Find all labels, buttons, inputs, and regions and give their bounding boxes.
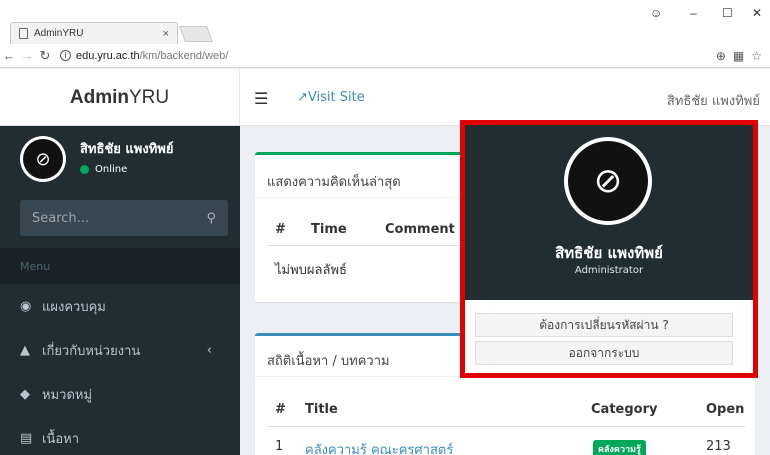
comments-col-time: Time	[311, 222, 347, 237]
stats-box-title: สถิติเนื้อหา / บทความ	[267, 354, 390, 369]
dropdown-user-role: Administrator	[574, 265, 644, 276]
sidebar-item-about[interactable]: ▲ เกี่ยวกับหน่วยงาน ‹	[0, 328, 240, 372]
online-dot-icon	[80, 165, 89, 174]
forward-icon[interactable]: →	[18, 48, 36, 63]
url-field[interactable]: i edu.yru.ac.th/km/backend/web/	[60, 50, 228, 62]
sidebar-item-dashboard[interactable]: ◉ แผงควบคุม	[0, 284, 240, 328]
chevron-left-icon: ‹	[206, 342, 212, 358]
stats-col-open: Open	[706, 402, 745, 417]
main-header: Admin YRU ☰ ↗Visit Site สิทธิชัย แพงทิพย์	[0, 69, 770, 126]
header-user-menu[interactable]: สิทธิชัย แพงทิพย์	[667, 90, 760, 111]
dropdown-avatar: ⊘	[564, 137, 652, 225]
tags-icon: ◆	[20, 386, 30, 402]
row-open-count: 213	[706, 439, 731, 454]
user-panel: ⊘ สิทธิชัย แพงทิพย์ Online	[0, 126, 240, 192]
back-icon[interactable]: ←	[0, 48, 18, 63]
stats-col-title: Title	[305, 402, 338, 417]
sidebar-user-name: สิทธิชัย แพงทิพย์	[80, 142, 174, 157]
search-icon[interactable]: ⚲	[206, 211, 216, 226]
change-password-button[interactable]: ต้องการเปลี่ยนรหัสผ่าน ?	[475, 313, 733, 337]
visit-site-link[interactable]: ↗Visit Site	[297, 90, 365, 105]
user-dropdown-header: ⊘ สิทธิชัย แพงทิพย์ Administrator	[465, 125, 753, 300]
search-input[interactable]: Search... ⚲	[20, 200, 228, 236]
close-tab-icon[interactable]: ×	[163, 28, 169, 40]
sidebar-toggle-icon[interactable]: ☰	[254, 89, 268, 108]
logout-button[interactable]: ออกจากระบบ	[475, 341, 733, 365]
stats-col-num: #	[275, 402, 286, 417]
comments-col-comment: Comment	[385, 222, 455, 237]
zoom-icon[interactable]: ⊕	[716, 49, 726, 63]
bank-icon: ▲	[20, 342, 30, 358]
address-bar: ← → ↻ i edu.yru.ac.th/km/backend/web/ ⊕ …	[0, 44, 770, 68]
comments-col-num: #	[275, 222, 286, 237]
url-path: /km/backend/web/	[139, 49, 229, 62]
no-photo-icon: ⊘	[23, 139, 63, 179]
translate-icon[interactable]: ▦	[733, 49, 744, 63]
no-photo-icon: ⊘	[568, 141, 648, 221]
sidebar-item-content[interactable]: ▤ เนื้อหา	[0, 416, 240, 455]
logo-bold: Admin	[69, 86, 129, 108]
url-host: edu.yru.ac.th	[76, 49, 140, 62]
dashboard-icon: ◉	[20, 298, 32, 314]
stats-col-category: Category	[591, 402, 658, 417]
browser-tabbar: AdminYRU × ☺ – ☐ ✕	[0, 0, 770, 44]
row-num: 1	[275, 439, 284, 454]
close-window-button[interactable]: ✕	[752, 6, 762, 20]
table-divider	[267, 426, 745, 427]
dropdown-user-name: สิทธิชัย แพงทิพย์	[555, 244, 663, 262]
new-tab-button[interactable]	[179, 26, 213, 42]
comments-box-title: แสดงความคิดเห็นล่าสุด	[267, 175, 401, 190]
row-title-link[interactable]: คลังความรู้ คณะครุศาสตร์	[305, 439, 453, 455]
tab-title: AdminYRU	[34, 28, 84, 39]
logo-rest: YRU	[128, 86, 170, 108]
comments-empty-text: ไม่พบผลลัพธ์	[275, 263, 347, 278]
sidebar: ⊘ สิทธิชัย แพงทิพย์ Online Search... ⚲ M…	[0, 126, 240, 455]
user-dropdown: ⊘ สิทธิชัย แพงทิพย์ Administrator ต้องกา…	[460, 120, 758, 378]
menu-header: Menu	[0, 248, 240, 284]
category-badge: คลังความรู้	[593, 440, 646, 455]
profile-icon[interactable]: ☺	[650, 6, 662, 20]
reload-icon[interactable]: ↻	[36, 48, 54, 64]
online-status: Online	[80, 164, 127, 175]
bookmark-star-icon[interactable]: ☆	[751, 49, 762, 63]
logo[interactable]: Admin YRU	[0, 69, 240, 126]
sidebar-item-categories[interactable]: ◆ หมวดหมู่	[0, 372, 240, 416]
external-link-icon: ↗	[297, 90, 308, 105]
info-icon[interactable]: i	[60, 50, 71, 61]
document-icon	[19, 28, 28, 39]
browser-tab[interactable]: AdminYRU ×	[10, 22, 178, 44]
avatar: ⊘	[20, 136, 66, 182]
minimize-button[interactable]: –	[690, 6, 697, 20]
maximize-button[interactable]: ☐	[722, 6, 733, 20]
newspaper-icon: ▤	[20, 430, 33, 446]
